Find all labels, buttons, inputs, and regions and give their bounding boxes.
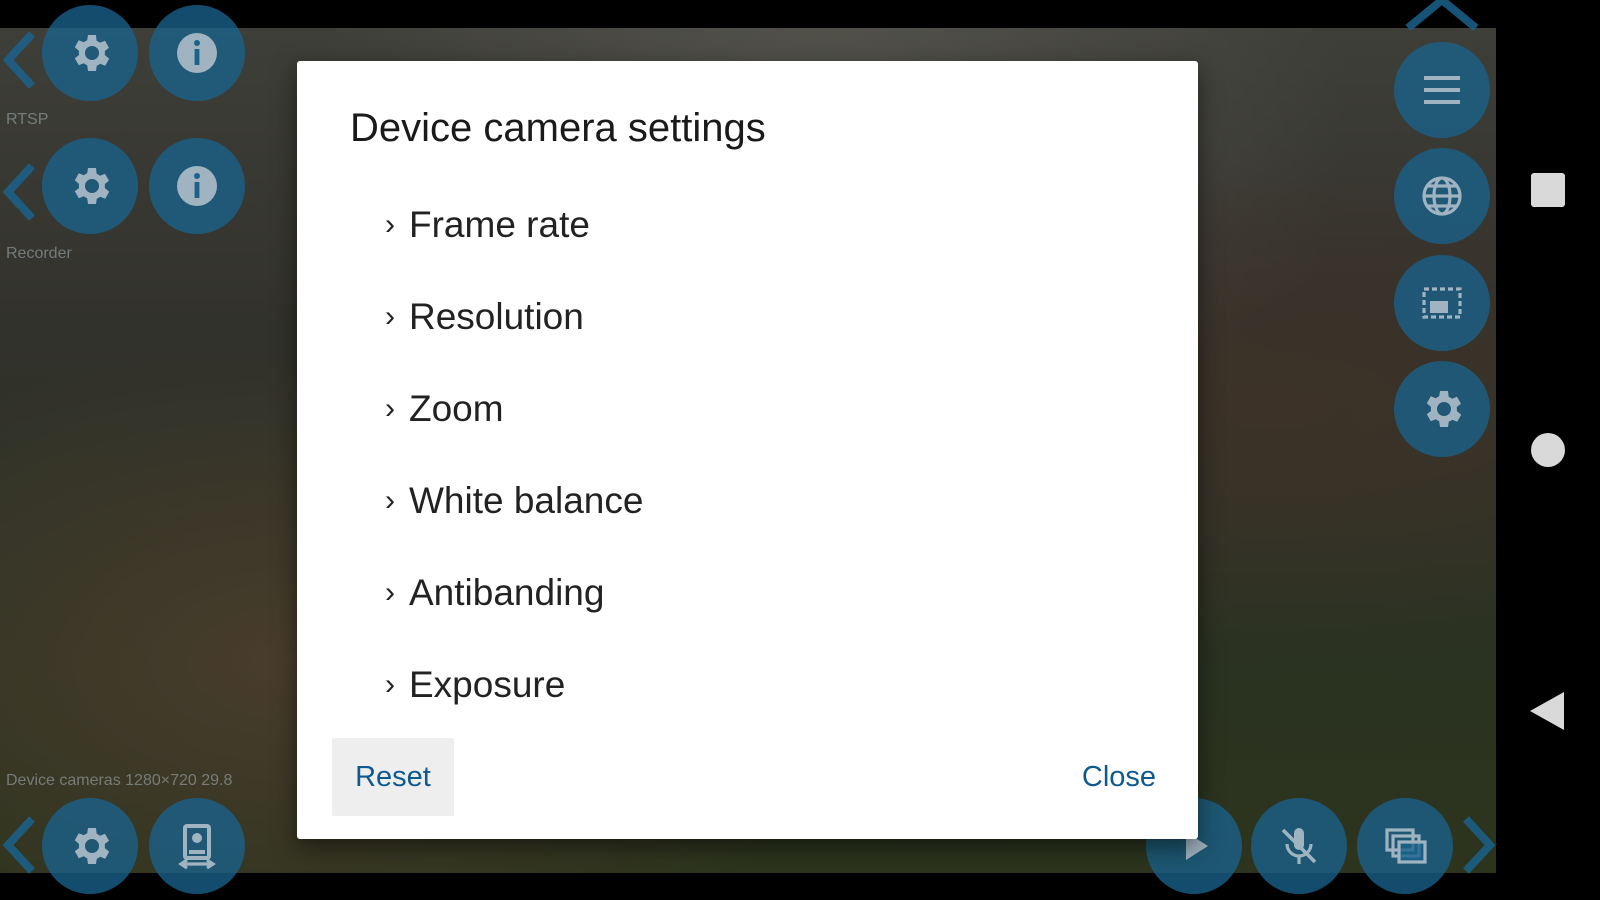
gear-icon xyxy=(74,168,110,204)
camera-settings-dialog: Device camera settings › Frame rate › Re… xyxy=(297,61,1198,839)
settings-options-list: › Frame rate › Resolution › Zoom › White… xyxy=(385,179,643,731)
mute-button[interactable] xyxy=(1251,798,1347,894)
settings-button[interactable] xyxy=(1394,361,1490,457)
recents-nav-icon[interactable] xyxy=(1531,173,1565,207)
windows-button[interactable] xyxy=(1357,798,1453,894)
camera-switch-button[interactable] xyxy=(149,798,245,894)
recorder-info-button[interactable] xyxy=(149,138,245,234)
rtsp-settings-button[interactable] xyxy=(42,5,138,101)
expand-right-arrow-icon[interactable] xyxy=(1462,815,1496,875)
device-cameras-label: Device cameras 1280×720 29.8 xyxy=(6,772,233,789)
chevron-right-icon: › xyxy=(385,392,395,425)
expand-left-arrow-icon[interactable] xyxy=(2,815,36,875)
gear-icon xyxy=(74,35,110,71)
recorder-settings-button[interactable] xyxy=(42,138,138,234)
chevron-right-icon: › xyxy=(385,668,395,701)
expand-up-chevron-icon[interactable] xyxy=(1402,0,1482,30)
option-label: Zoom xyxy=(409,388,504,429)
info-icon xyxy=(177,166,217,206)
option-exposure[interactable]: › Exposure xyxy=(385,639,643,731)
reset-button[interactable]: Reset xyxy=(332,738,454,816)
pip-icon xyxy=(1422,287,1462,319)
back-nav-icon[interactable] xyxy=(1530,692,1564,730)
option-resolution[interactable]: › Resolution xyxy=(385,271,643,363)
picture-in-picture-button[interactable] xyxy=(1394,255,1490,351)
gear-icon xyxy=(74,828,110,864)
close-button[interactable]: Close xyxy=(1049,738,1189,816)
globe-icon xyxy=(1422,176,1462,216)
option-label: Exposure xyxy=(409,664,566,705)
menu-icon xyxy=(1424,76,1460,104)
chevron-right-icon: › xyxy=(385,576,395,609)
option-label: Antibanding xyxy=(409,572,605,613)
gear-icon xyxy=(1426,391,1462,427)
option-antibanding[interactable]: › Antibanding xyxy=(385,547,643,639)
rtsp-label: RTSP xyxy=(6,111,49,128)
chevron-right-icon: › xyxy=(385,208,395,241)
expand-left-arrow-icon[interactable] xyxy=(2,162,36,222)
option-label: Frame rate xyxy=(409,204,590,245)
home-nav-icon[interactable] xyxy=(1531,433,1565,467)
option-frame-rate[interactable]: › Frame rate xyxy=(385,179,643,271)
layers-icon xyxy=(1385,828,1427,864)
recorder-label: Recorder xyxy=(6,245,72,262)
option-label: Resolution xyxy=(409,296,584,337)
info-icon xyxy=(177,33,217,73)
rtsp-info-button[interactable] xyxy=(149,5,245,101)
device-settings-button[interactable] xyxy=(42,798,138,894)
camera-switch-icon xyxy=(178,824,216,870)
mic-off-icon xyxy=(1281,828,1317,864)
expand-left-arrow-icon[interactable] xyxy=(2,30,36,90)
option-zoom[interactable]: › Zoom xyxy=(385,363,643,455)
dialog-title: Device camera settings xyxy=(350,106,766,150)
menu-button[interactable] xyxy=(1394,42,1490,138)
option-white-balance[interactable]: › White balance xyxy=(385,455,643,547)
chevron-right-icon: › xyxy=(385,484,395,517)
option-label: White balance xyxy=(409,480,644,521)
web-button[interactable] xyxy=(1394,148,1490,244)
chevron-right-icon: › xyxy=(385,300,395,333)
